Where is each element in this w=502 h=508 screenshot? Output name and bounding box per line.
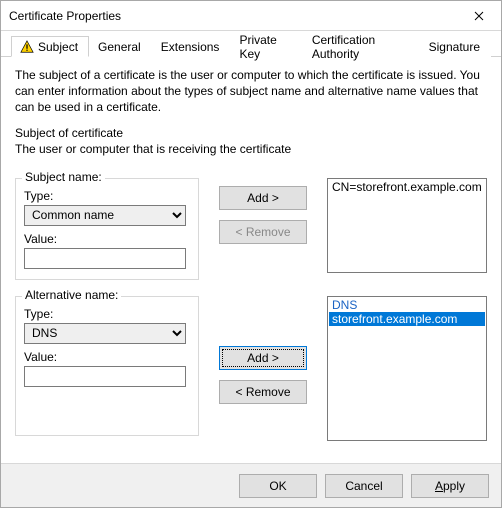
tab-extensions[interactable]: Extensions xyxy=(152,36,231,57)
alternative-name-row: Alternative name: Type: DNS Value: Add >… xyxy=(15,286,487,441)
tab-label: Subject xyxy=(38,40,78,54)
tab-label: Signature xyxy=(429,40,480,54)
alternative-name-group: Alternative name: Type: DNS Value: xyxy=(15,296,199,436)
subject-name-buttons: Add > < Remove xyxy=(213,168,313,244)
list-header: DNS xyxy=(329,298,485,312)
tabstrip: Subject General Extensions Private Key C… xyxy=(1,31,501,57)
list-item[interactable]: CN=storefront.example.com xyxy=(329,180,485,194)
dialog-footer: OK Cancel Apply xyxy=(1,463,501,507)
section-subheading: The user or computer that is receiving t… xyxy=(15,142,487,156)
tab-general[interactable]: General xyxy=(89,36,152,57)
ok-button[interactable]: OK xyxy=(239,474,317,498)
tab-subject[interactable]: Subject xyxy=(11,36,89,57)
alt-value-label: Value: xyxy=(24,350,190,364)
alt-type-label: Type: xyxy=(24,307,190,321)
subject-value-input[interactable] xyxy=(24,248,186,269)
apply-rest: pply xyxy=(443,479,465,493)
tab-label: General xyxy=(98,40,141,54)
subject-value-label: Value: xyxy=(24,232,190,246)
tab-private-key[interactable]: Private Key xyxy=(230,36,302,57)
cancel-button[interactable]: Cancel xyxy=(325,474,403,498)
subject-remove-button[interactable]: < Remove xyxy=(219,220,307,244)
alternative-name-buttons: Add > < Remove xyxy=(213,286,313,404)
subject-add-button[interactable]: Add > xyxy=(219,186,307,210)
subject-name-group: Subject name: Type: Common name Value: xyxy=(15,178,199,280)
alternative-name-list[interactable]: DNS storefront.example.com xyxy=(327,296,487,441)
subject-name-list[interactable]: CN=storefront.example.com xyxy=(327,178,487,273)
subject-name-row: Subject name: Type: Common name Value: A… xyxy=(15,168,487,280)
description-text: The subject of a certificate is the user… xyxy=(15,67,487,116)
tab-certification-authority[interactable]: Certification Authority xyxy=(303,36,420,57)
tab-signature[interactable]: Signature xyxy=(420,36,491,57)
alt-add-button[interactable]: Add > xyxy=(219,346,307,370)
subject-type-label: Type: xyxy=(24,189,190,203)
alt-value-input[interactable] xyxy=(24,366,186,387)
titlebar: Certificate Properties xyxy=(1,1,501,31)
tab-label: Private Key xyxy=(239,33,291,61)
warning-icon xyxy=(20,40,34,54)
tab-label: Certification Authority xyxy=(312,33,409,61)
subject-type-select[interactable]: Common name xyxy=(24,205,186,226)
close-button[interactable] xyxy=(456,1,501,30)
alternative-name-legend: Alternative name: xyxy=(22,288,121,302)
section-heading: Subject of certificate xyxy=(15,126,487,140)
close-icon xyxy=(474,8,484,24)
tab-content: The subject of a certificate is the user… xyxy=(1,57,501,463)
window-title: Certificate Properties xyxy=(9,9,121,23)
subject-name-legend: Subject name: xyxy=(22,170,105,184)
apply-button[interactable]: Apply xyxy=(411,474,489,498)
tab-label: Extensions xyxy=(161,40,220,54)
dialog-window: Certificate Properties Subject General E… xyxy=(0,0,502,508)
list-item[interactable]: storefront.example.com xyxy=(329,312,485,326)
alt-type-select[interactable]: DNS xyxy=(24,323,186,344)
apply-underline: A xyxy=(435,479,443,493)
alt-remove-button[interactable]: < Remove xyxy=(219,380,307,404)
